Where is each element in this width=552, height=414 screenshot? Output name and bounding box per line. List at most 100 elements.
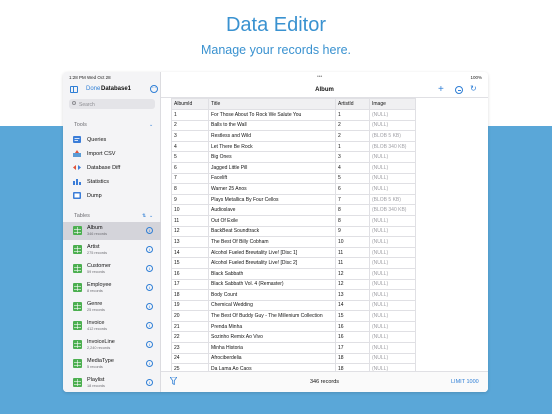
table-item-playlist[interactable]: Playlist 18 records i: [63, 374, 161, 392]
table-item-mediatype[interactable]: MediaType 5 records i: [63, 355, 161, 373]
column-header[interactable]: ArtistId: [335, 98, 370, 110]
table-cell[interactable]: Alcohol Fueled Brewtality Live! [Disc 1]: [208, 246, 336, 259]
table-row[interactable]: 3 Restless and Wild 2 (BLOB 5 KB): [171, 130, 416, 142]
done-button[interactable]: Done: [86, 86, 100, 92]
table-cell[interactable]: 22: [171, 331, 209, 344]
table-row[interactable]: 17 Black Sabbath Vol. 4 (Remaster) 12 (NULL…: [171, 278, 416, 291]
table-cell[interactable]: 8: [171, 183, 209, 195]
table-cell[interactable]: (NULL): [369, 278, 416, 291]
table-row[interactable]: 6 Jagged Little Pill 4 (NULL): [171, 161, 416, 174]
table-cell[interactable]: 17: [335, 342, 370, 354]
table-cell[interactable]: 18: [335, 352, 370, 365]
table-cell[interactable]: 4: [171, 140, 209, 153]
table-cell[interactable]: 10: [171, 204, 209, 216]
table-cell[interactable]: (NULL): [369, 299, 416, 312]
table-cell[interactable]: Balls to the Wall: [208, 119, 336, 132]
table-cell[interactable]: BackBeat Soundtrack: [208, 225, 336, 238]
table-cell[interactable]: 6: [335, 183, 370, 195]
table-cell[interactable]: 5: [171, 151, 209, 163]
table-cell[interactable]: Afrociberdelia: [208, 352, 336, 365]
table-cell[interactable]: Black Sabbath Vol. 4 (Remaster): [208, 278, 336, 291]
table-cell[interactable]: (NULL): [369, 214, 416, 227]
table-cell[interactable]: 1: [335, 140, 370, 153]
table-cell[interactable]: 5: [335, 172, 370, 185]
table-cell[interactable]: 6: [171, 161, 209, 174]
table-cell[interactable]: Big Ones: [208, 151, 336, 163]
more-options-icon[interactable]: ···: [150, 85, 158, 93]
table-item-customer[interactable]: Customer 59 records i: [63, 260, 161, 278]
info-icon[interactable]: i: [146, 303, 153, 310]
info-icon[interactable]: i: [146, 284, 153, 291]
table-cell[interactable]: Black Sabbath: [208, 267, 336, 280]
remove-record-icon[interactable]: [455, 86, 463, 94]
table-cell[interactable]: (NULL): [369, 289, 416, 301]
table-row[interactable]: 7 Facelift 5 (NULL): [171, 172, 416, 185]
tables-collapse-chevron-icon[interactable]: ⌄: [149, 213, 153, 219]
tool-item-statistics[interactable]: Statistics: [63, 174, 161, 188]
table-cell[interactable]: (NULL): [369, 225, 416, 238]
table-cell[interactable]: 11: [335, 246, 370, 259]
table-cell[interactable]: Out Of Exile: [208, 214, 336, 227]
table-row[interactable]: 19 Chemical Wedding 14 (NULL): [171, 299, 416, 312]
table-row[interactable]: 1 For Those About To Rock We Salute You 1(…: [171, 109, 416, 121]
table-row[interactable]: 14 Alcohol Fueled Brewtality Live! [Disc …: [171, 246, 416, 259]
table-row[interactable]: 2 Balls to the Wall 2 (NULL): [171, 119, 416, 132]
table-row[interactable]: 16 Black Sabbath 12 (NULL): [171, 267, 416, 280]
table-cell[interactable]: 18: [171, 289, 209, 301]
table-cell[interactable]: 11: [171, 214, 209, 227]
table-cell[interactable]: Chemical Wedding: [208, 299, 336, 312]
table-item-album[interactable]: Album 346 records i: [63, 222, 161, 240]
table-cell[interactable]: 12: [171, 225, 209, 238]
table-cell[interactable]: 8: [335, 204, 370, 216]
table-row[interactable]: 18 Body Count 13 (NULL): [171, 289, 416, 301]
sidebar-toggle-icon[interactable]: [70, 86, 78, 93]
table-cell[interactable]: 8: [335, 214, 370, 227]
table-cell[interactable]: 17: [171, 278, 209, 291]
table-cell[interactable]: 15: [171, 257, 209, 269]
table-item-invoiceline[interactable]: InvoiceLine 2,240 records i: [63, 336, 161, 354]
column-header[interactable]: Image: [369, 98, 416, 110]
table-cell[interactable]: (NULL): [369, 267, 416, 280]
search-input[interactable]: Search: [69, 99, 155, 109]
limit-button[interactable]: LIMIT 1000: [451, 379, 479, 385]
info-icon[interactable]: i: [146, 322, 153, 329]
table-cell[interactable]: 12: [335, 278, 370, 291]
table-row[interactable]: 11 Out Of Exile 8 (NULL): [171, 214, 416, 227]
table-cell[interactable]: 11: [335, 257, 370, 269]
table-cell[interactable]: (NULL): [369, 172, 416, 185]
table-cell[interactable]: 1: [171, 109, 209, 121]
table-cell[interactable]: 2: [335, 119, 370, 132]
table-cell[interactable]: 7: [335, 193, 370, 206]
table-row[interactable]: 10 Audioslave 8 (BLOB 340 KB): [171, 204, 416, 216]
table-row[interactable]: 23 Minha Historia 17 (NULL): [171, 342, 416, 354]
table-row[interactable]: 13 The Best Of Billy Cobham 10 (NULL): [171, 236, 416, 248]
table-row[interactable]: 24 Afrociberdelia 18 (NULL): [171, 352, 416, 365]
table-cell[interactable]: (NULL): [369, 161, 416, 174]
table-cell[interactable]: 15: [335, 310, 370, 322]
table-cell[interactable]: Body Count: [208, 289, 336, 301]
table-cell[interactable]: (NULL): [369, 310, 416, 322]
table-cell[interactable]: (BLOB 340 KB): [369, 140, 416, 153]
table-row[interactable]: 5 Big Ones 3 (NULL): [171, 151, 416, 163]
table-cell[interactable]: (NULL): [369, 109, 416, 121]
table-cell[interactable]: 12: [335, 267, 370, 280]
table-cell[interactable]: (NULL): [369, 352, 416, 365]
table-cell[interactable]: 1: [335, 109, 370, 121]
multitasking-dots-icon[interactable]: •••: [317, 74, 322, 80]
tool-item-dump[interactable]: Dump: [63, 188, 161, 202]
table-cell[interactable]: 2: [171, 119, 209, 132]
table-cell[interactable]: 10: [335, 236, 370, 248]
table-cell[interactable]: 13: [171, 236, 209, 248]
tools-collapse-chevron-icon[interactable]: ⌄: [149, 122, 153, 128]
table-cell[interactable]: 14: [335, 299, 370, 312]
table-cell[interactable]: 9: [171, 193, 209, 206]
table-cell[interactable]: 13: [335, 289, 370, 301]
tool-item-import-csv[interactable]: Import CSV: [63, 146, 161, 160]
table-row[interactable]: 12 BackBeat Soundtrack 9 (NULL): [171, 225, 416, 238]
table-row[interactable]: 21 Prenda Minha 16 (NULL): [171, 320, 416, 333]
column-header[interactable]: Title: [208, 98, 336, 110]
info-icon[interactable]: i: [146, 341, 153, 348]
sort-icon[interactable]: ⇅: [142, 213, 146, 219]
table-cell[interactable]: (NULL): [369, 257, 416, 269]
table-row[interactable]: 20 The Best Of Buddy Guy - The Millenium …: [171, 310, 416, 322]
